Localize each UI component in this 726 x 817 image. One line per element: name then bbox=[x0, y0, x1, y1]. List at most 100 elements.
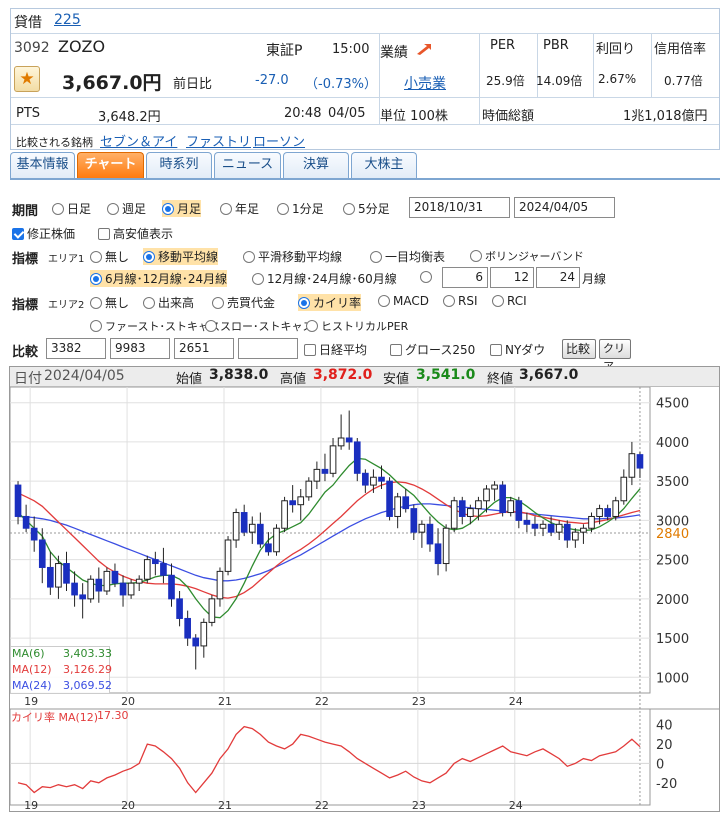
candle-body-up bbox=[55, 563, 62, 588]
gyoseki-arrow-icon[interactable] bbox=[416, 43, 432, 55]
candle bbox=[337, 414, 345, 450]
favorite-star-icon[interactable]: ★ bbox=[14, 66, 40, 92]
candle bbox=[160, 547, 167, 584]
compare-button[interactable]: 比較 bbox=[562, 339, 596, 359]
area1-bollinger[interactable]: ボリンジャーバンド bbox=[470, 248, 584, 264]
ma-custom-1[interactable]: 6 bbox=[442, 267, 488, 288]
ma-set-12-24-60[interactable]: 12月線･24月線･60月線 bbox=[252, 270, 397, 287]
area2-kairi[interactable]: カイリ率 bbox=[298, 294, 362, 311]
yield-label: 利回り bbox=[596, 42, 636, 57]
candle-body-up bbox=[612, 500, 620, 517]
candle-body-down bbox=[152, 559, 159, 565]
candle-body-down bbox=[458, 500, 466, 517]
area2-slow-stoch[interactable]: スロー･ストキャス bbox=[205, 318, 314, 334]
candle bbox=[362, 469, 369, 493]
area2-none[interactable]: 無し bbox=[90, 294, 129, 311]
credit-code-link[interactable]: 225 bbox=[54, 12, 81, 28]
ma-legend: MA(6) 3,403.33 MA(12) 3,126.29 MA(24) 3,… bbox=[10, 646, 112, 694]
period-daily[interactable]: 日足 bbox=[52, 200, 91, 217]
candle-body-down bbox=[434, 543, 442, 565]
candle-body-down bbox=[402, 496, 410, 510]
last-price-label: 2840 bbox=[656, 527, 689, 542]
candle bbox=[184, 610, 191, 646]
candle-body-up bbox=[224, 539, 232, 572]
area2-rci[interactable]: RCI bbox=[492, 294, 527, 308]
compare-link-2[interactable]: ファストリ bbox=[186, 131, 251, 150]
candle-body-down bbox=[604, 508, 611, 517]
candle-body-up bbox=[103, 570, 111, 592]
candle bbox=[152, 551, 159, 576]
period-monthly[interactable]: 月足 bbox=[162, 200, 202, 217]
area2-turnover[interactable]: 売買代金 bbox=[212, 294, 275, 311]
candle bbox=[507, 496, 515, 517]
low-label: 安値 bbox=[383, 372, 410, 387]
tab-shareholders[interactable]: 大株主 bbox=[351, 152, 417, 178]
candle bbox=[499, 481, 506, 517]
kairi-tick-label: 0 bbox=[656, 757, 664, 772]
candle-body-up bbox=[232, 512, 240, 541]
period-5min[interactable]: 5分足 bbox=[343, 200, 390, 217]
clear-button[interactable]: クリア bbox=[599, 339, 631, 373]
area1-smoothed-ma[interactable]: 平滑移動平均線 bbox=[243, 248, 342, 265]
legend-ma6: MA(6) bbox=[12, 647, 45, 660]
area2-macd[interactable]: MACD bbox=[378, 294, 429, 308]
ma-set-6-12-24[interactable]: 6月線･12月線･24月線 bbox=[90, 270, 228, 287]
area2-fast-stoch[interactable]: ファースト･ストキャス bbox=[90, 318, 220, 334]
nydow-checkbox[interactable]: NYダウ bbox=[490, 341, 545, 358]
ohlc-date: 2024/04/05 bbox=[44, 368, 125, 384]
compare-code-1[interactable]: 3382 bbox=[46, 338, 106, 359]
price-tick-label: 3500 bbox=[656, 475, 689, 490]
hilo-checkbox[interactable]: 高安値表示 bbox=[98, 225, 173, 242]
candle-body-down bbox=[71, 582, 78, 596]
candle-body-down bbox=[353, 441, 361, 474]
candle-body-up bbox=[450, 500, 458, 529]
adjusted-price-checkbox[interactable]: 修正株価 bbox=[12, 225, 75, 242]
price-chart-svg[interactable]: 4500400035003000250020001500100019192020… bbox=[10, 387, 719, 811]
candle-body-down bbox=[386, 480, 393, 517]
ma-custom-2[interactable]: 12 bbox=[490, 267, 534, 288]
candle-body-down bbox=[14, 484, 22, 517]
compare-code-3[interactable]: 2651 bbox=[174, 338, 234, 359]
end-date-input[interactable]: 2024/04/05 bbox=[514, 197, 615, 218]
ma-custom-3[interactable]: 24 bbox=[536, 267, 580, 288]
area1-ichimoku[interactable]: 一目均衡表 bbox=[370, 248, 445, 265]
period-weekly[interactable]: 週足 bbox=[107, 200, 146, 217]
candle-body-up bbox=[208, 598, 216, 623]
tab-basic-info[interactable]: 基本情報 bbox=[10, 152, 75, 178]
ma-custom-unit: 月線 bbox=[582, 272, 607, 286]
area2-rsi[interactable]: RSI bbox=[443, 294, 478, 308]
kairi-line bbox=[17, 725, 641, 794]
start-date-input[interactable]: 2018/10/31 bbox=[409, 197, 510, 218]
compare-row-label: 比較 bbox=[12, 345, 39, 360]
area1-none[interactable]: 無し bbox=[90, 248, 129, 265]
period-1min[interactable]: 1分足 bbox=[277, 200, 324, 217]
tab-chart[interactable]: チャート bbox=[77, 152, 144, 178]
area2-hist-per[interactable]: ヒストリカルPER bbox=[306, 318, 408, 334]
tab-earnings[interactable]: 決算 bbox=[283, 152, 349, 178]
growth250-checkbox[interactable]: グロース250 bbox=[390, 341, 475, 358]
tab-timeseries[interactable]: 時系列 bbox=[146, 152, 212, 178]
area1-ma[interactable]: 移動平均線 bbox=[143, 248, 219, 265]
candle bbox=[386, 477, 393, 521]
candle bbox=[192, 634, 200, 670]
compare-code-2[interactable]: 9983 bbox=[110, 338, 170, 359]
compare-link-1[interactable]: セブン＆アイ bbox=[100, 131, 177, 150]
candle bbox=[297, 489, 305, 521]
trade-unit: 単位 100株 bbox=[380, 109, 448, 124]
candle-body-up bbox=[572, 531, 579, 541]
nikkei-checkbox[interactable]: 日経平均 bbox=[304, 341, 367, 358]
stock-name: ZOZO bbox=[58, 37, 106, 56]
ma-custom-radio[interactable] bbox=[420, 270, 435, 284]
compare-code-4[interactable] bbox=[238, 338, 298, 359]
period-yearly[interactable]: 年足 bbox=[220, 200, 259, 217]
legend-ma6-value: 3,403.33 bbox=[63, 647, 112, 660]
compare-link-3[interactable]: ローソン bbox=[253, 131, 305, 150]
period-label: 期間 bbox=[12, 204, 39, 219]
price-tick-label: 4500 bbox=[656, 397, 689, 412]
area2-volume[interactable]: 出来高 bbox=[143, 294, 194, 311]
candle-body-up bbox=[628, 453, 636, 478]
tab-news[interactable]: ニュース bbox=[214, 152, 281, 178]
candle-body-down bbox=[47, 566, 54, 588]
kairi-tick-label: -20 bbox=[656, 777, 677, 792]
sector-link[interactable]: 小売業 bbox=[404, 73, 446, 93]
